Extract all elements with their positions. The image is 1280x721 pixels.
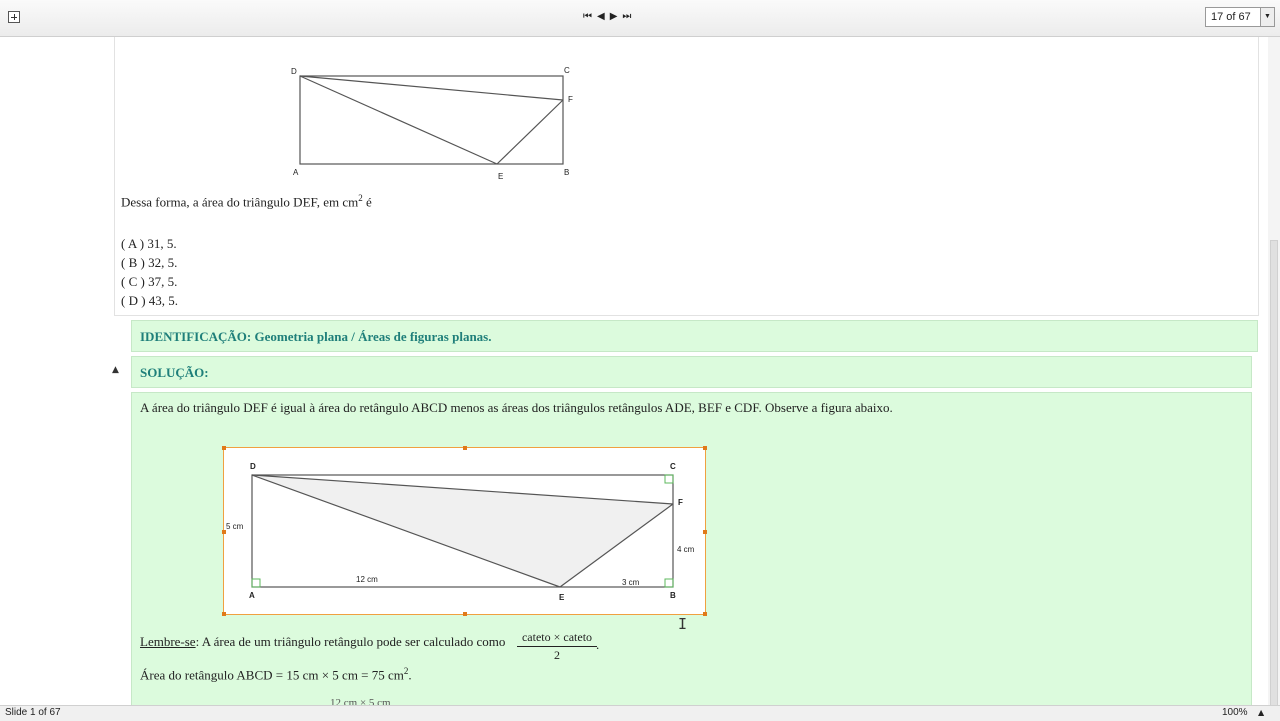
option-d[interactable]: ( D ) 43, 5. (121, 291, 178, 310)
identification-label: IDENTIFICAÇÃO: Geometria plana / Áreas d… (140, 329, 492, 344)
fraction-period: . (596, 637, 600, 652)
solution-header[interactable]: SOLUÇÃO: (131, 356, 1252, 388)
label-f: F (678, 498, 683, 507)
question-prompt: Dessa forma, a área do triângulo DEF, em… (121, 193, 372, 210)
zoom-up-icon[interactable]: ▲ (1258, 708, 1264, 717)
rectangle-area-text: Área do retângulo ABCD = 15 cm × 5 cm = … (140, 666, 412, 683)
solution-figure-frame[interactable]: D C F A E B 5 cm 12 cm 3 cm 4 cm (222, 446, 707, 616)
page-indicator: 17 of 67 (1211, 11, 1251, 23)
label-length-eb: 3 cm (622, 578, 640, 587)
right-angle-b (664, 578, 674, 588)
answer-options: ( A ) 31, 5. ( B ) 32, 5. ( C ) 37, 5. (… (121, 234, 178, 310)
reminder-link[interactable]: Lembre-se (140, 634, 196, 649)
label-e: E (498, 172, 503, 181)
option-b[interactable]: ( B ) 32, 5. (121, 253, 178, 272)
rectangle-abcd (299, 75, 564, 165)
label-d: D (250, 462, 256, 471)
triangle-def-fill (252, 475, 673, 587)
fraction-denominator: 2 (554, 648, 560, 662)
fraction-numerator: cateto × cateto (517, 630, 597, 647)
identification-bar: IDENTIFICAÇÃO: Geometria plana / Áreas d… (131, 320, 1258, 352)
question-figure: D C F A E B (291, 66, 573, 181)
top-toolbar: ⏮ ◀ ▶ ⏭ 17 of 67 ▼ (0, 0, 1280, 37)
slide-counter: Slide 1 of 67 (5, 707, 61, 718)
label-length-ae: 12 cm (356, 575, 378, 584)
label-b: B (564, 168, 569, 177)
collapse-icon[interactable]: ▲ (112, 365, 119, 375)
label-a: A (249, 591, 255, 600)
label-b: B (670, 591, 676, 600)
label-length-ad: 5 cm (226, 522, 244, 531)
expand-icon[interactable] (8, 11, 20, 23)
scrollbar-thumb[interactable] (1270, 240, 1278, 707)
last-slide-icon[interactable]: ⏭ (622, 9, 631, 25)
label-c: C (564, 66, 570, 75)
solution-figure: D C F A E B 5 cm 12 cm 3 cm 4 cm (226, 462, 695, 602)
text-cursor-icon: I (678, 615, 688, 633)
label-a: A (293, 168, 299, 177)
label-length-bf: 4 cm (677, 545, 695, 554)
page-selector[interactable]: 17 of 67 ▼ (1205, 7, 1275, 27)
option-c[interactable]: ( C ) 37, 5. (121, 272, 178, 291)
segment-df (299, 75, 564, 101)
first-slide-icon[interactable]: ⏮ (583, 9, 592, 25)
next-slide-icon[interactable]: ▶ (610, 9, 618, 25)
label-e: E (559, 593, 565, 602)
slide-navigation: ⏮ ◀ ▶ ⏭ (583, 9, 631, 25)
label-f: F (568, 95, 573, 104)
reminder-text: Lembre-se: A área de um triângulo retâng… (140, 634, 506, 649)
right-angle-c (664, 474, 674, 484)
option-a[interactable]: ( A ) 31, 5. (121, 234, 178, 253)
status-bar: Slide 1 of 67 100% ▲ (0, 705, 1280, 721)
segment-de (299, 75, 498, 165)
right-angle-a (251, 578, 261, 588)
zoom-level[interactable]: 100% (1222, 707, 1248, 718)
solution-label: SOLUÇÃO: (140, 365, 209, 380)
label-d: D (291, 67, 297, 76)
chevron-down-icon[interactable]: ▼ (1260, 8, 1274, 26)
label-c: C (670, 462, 676, 471)
previous-slide-icon[interactable]: ◀ (597, 9, 605, 25)
segment-ef (496, 99, 564, 165)
solution-intro: A área do triângulo DEF é igual à área d… (140, 400, 893, 415)
solution-body: A área do triângulo DEF é igual à área d… (131, 392, 1252, 710)
formula-fraction: cateto × cateto 2 (517, 630, 597, 663)
